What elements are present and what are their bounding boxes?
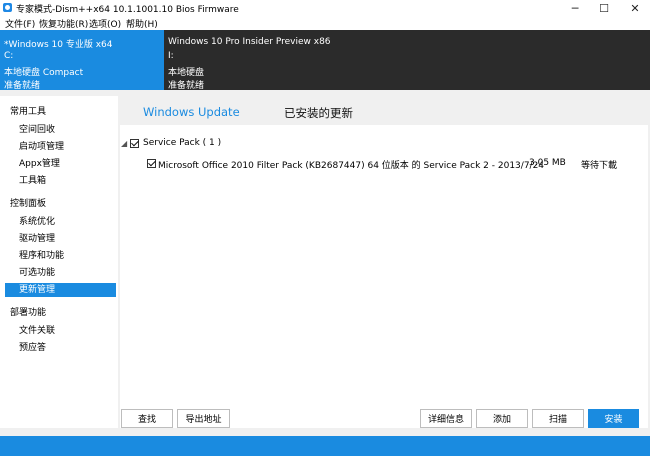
- tab-header: Windows Update 已安装的更新: [120, 96, 648, 125]
- sidebar-group-common-tools: 常用工具: [10, 107, 47, 117]
- tab-installed-updates[interactable]: 已安装的更新: [284, 105, 353, 121]
- image-name: Windows 10 Pro Insider Preview x86: [168, 37, 331, 47]
- update-size: 3.05 MB: [529, 158, 566, 168]
- sidebar-item-toolbox[interactable]: 工具箱: [5, 174, 116, 188]
- scan-button[interactable]: 扫描: [532, 409, 584, 428]
- window-title: 专家模式-Dism++x64 10.1.1001.10 Bios Firmwar…: [16, 5, 239, 15]
- image-type: 本地硬盘: [168, 68, 205, 78]
- image-drive: I:: [168, 51, 174, 61]
- image-card-active[interactable]: *Windows 10 专业版 x64 C: 本地硬盘 Compact 准备就绪: [0, 30, 164, 91]
- add-button[interactable]: 添加: [476, 409, 528, 428]
- sidebar-item-system-optimize[interactable]: 系统优化: [5, 215, 116, 229]
- app-icon: [3, 3, 12, 12]
- menu-options[interactable]: 选项(O): [89, 17, 121, 30]
- search-button[interactable]: 查找: [121, 409, 173, 428]
- install-button[interactable]: 安装: [588, 409, 639, 428]
- sidebar-item-file-assoc[interactable]: 文件关联: [5, 324, 116, 338]
- status-bar: [0, 436, 650, 456]
- sidebar-item-appx[interactable]: Appx管理: [5, 157, 116, 171]
- main-panel: Windows Update 已安装的更新 ◢ Service Pack ( 1…: [120, 96, 648, 428]
- group-label: Service Pack ( 1 ): [143, 138, 222, 148]
- group-checkbox[interactable]: [130, 139, 139, 148]
- sidebar-item-optional-features[interactable]: 可选功能: [5, 266, 116, 280]
- sidebar-group-control-panel: 控制面板: [10, 199, 47, 209]
- close-button[interactable]: ✕: [620, 0, 650, 16]
- image-type: 本地硬盘 Compact: [4, 68, 84, 78]
- collapse-icon[interactable]: ◢: [121, 139, 127, 148]
- menu-help[interactable]: 帮助(H): [126, 17, 158, 30]
- menu-file[interactable]: 文件(F): [5, 17, 35, 30]
- sidebar: 常用工具 空间回收 启动项管理 Appx管理 工具箱 控制面板 系统优化 驱动管…: [0, 96, 118, 428]
- item-checkbox[interactable]: [147, 159, 156, 168]
- image-name: *Windows 10 专业版 x64: [4, 40, 113, 50]
- image-status: 准备就绪: [4, 81, 41, 91]
- image-status: 准备就绪: [168, 81, 205, 91]
- sidebar-item-programs[interactable]: 程序和功能: [5, 249, 116, 263]
- tab-windows-update[interactable]: Windows Update: [143, 105, 240, 119]
- sidebar-item-drivers[interactable]: 驱动管理: [5, 232, 116, 246]
- minimize-button[interactable]: ─: [560, 0, 590, 16]
- image-card[interactable]: Windows 10 Pro Insider Preview x86 I: 本地…: [164, 30, 650, 91]
- image-drive: C:: [4, 51, 14, 61]
- maximize-button[interactable]: ☐: [589, 0, 619, 16]
- title-bar: 专家模式-Dism++x64 10.1.1001.10 Bios Firmwar…: [0, 0, 650, 16]
- menu-restore[interactable]: 恢复功能(R): [39, 17, 88, 30]
- update-status: 等待下載: [581, 161, 618, 171]
- sidebar-item-space-cleanup[interactable]: 空间回收: [5, 123, 116, 137]
- sidebar-group-deployment: 部署功能: [10, 308, 47, 318]
- sidebar-item-updates[interactable]: 更新管理: [5, 283, 116, 297]
- sidebar-item-answer-file[interactable]: 预应答: [5, 341, 116, 355]
- details-button[interactable]: 详细信息: [420, 409, 472, 428]
- update-name: Microsoft Office 2010 Filter Pack (KB268…: [158, 161, 545, 171]
- export-address-button[interactable]: 导出地址: [177, 409, 230, 428]
- sidebar-item-startup[interactable]: 启动项管理: [5, 140, 116, 154]
- menu-bar: 文件(F) 恢复功能(R) 选项(O) 帮助(H): [0, 16, 650, 30]
